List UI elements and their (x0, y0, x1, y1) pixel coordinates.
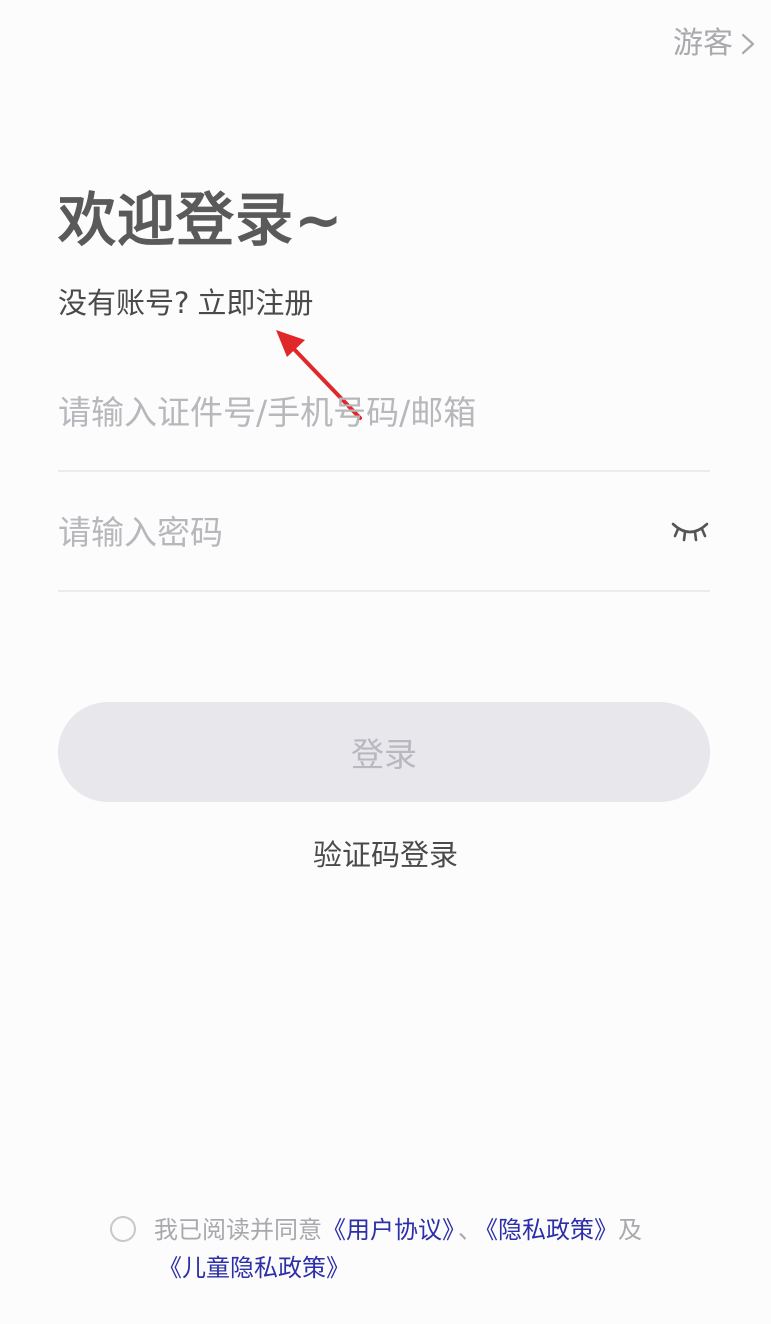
register-prompt: 没有账号? 立即注册 (58, 282, 313, 324)
password-field (58, 474, 710, 592)
agreement-separator: 、 (458, 1216, 482, 1244)
agreement-line-2: 《儿童隐私政策》 (158, 1250, 350, 1286)
chevron-right-icon (741, 33, 755, 55)
agreement-prefix: 我已阅读并同意 (154, 1216, 322, 1244)
guest-link[interactable]: 游客 (673, 22, 755, 66)
register-link[interactable]: 立即注册 (197, 286, 313, 320)
page-title: 欢迎登录~ (58, 186, 344, 254)
child-privacy-policy-link[interactable]: 《儿童隐私政策》 (158, 1254, 350, 1282)
agreement-conjunction: 及 (618, 1216, 642, 1244)
agreement-checkbox[interactable] (110, 1216, 136, 1242)
no-account-text: 没有账号? (58, 286, 190, 320)
user-agreement-link[interactable]: 《用户协议》 (322, 1216, 454, 1244)
privacy-policy-link[interactable]: 《隐私政策》 (486, 1216, 618, 1244)
code-login-link[interactable]: 验证码登录 (0, 834, 771, 876)
guest-label: 游客 (673, 26, 733, 61)
login-button[interactable]: 登录 (58, 702, 710, 802)
password-input[interactable] (58, 474, 658, 590)
agreement-line: 我已阅读并同意《用户协议》、《隐私政策》及 (154, 1212, 642, 1248)
eye-closed-icon[interactable] (670, 518, 710, 546)
account-input[interactable] (58, 354, 658, 470)
account-field (58, 354, 710, 472)
